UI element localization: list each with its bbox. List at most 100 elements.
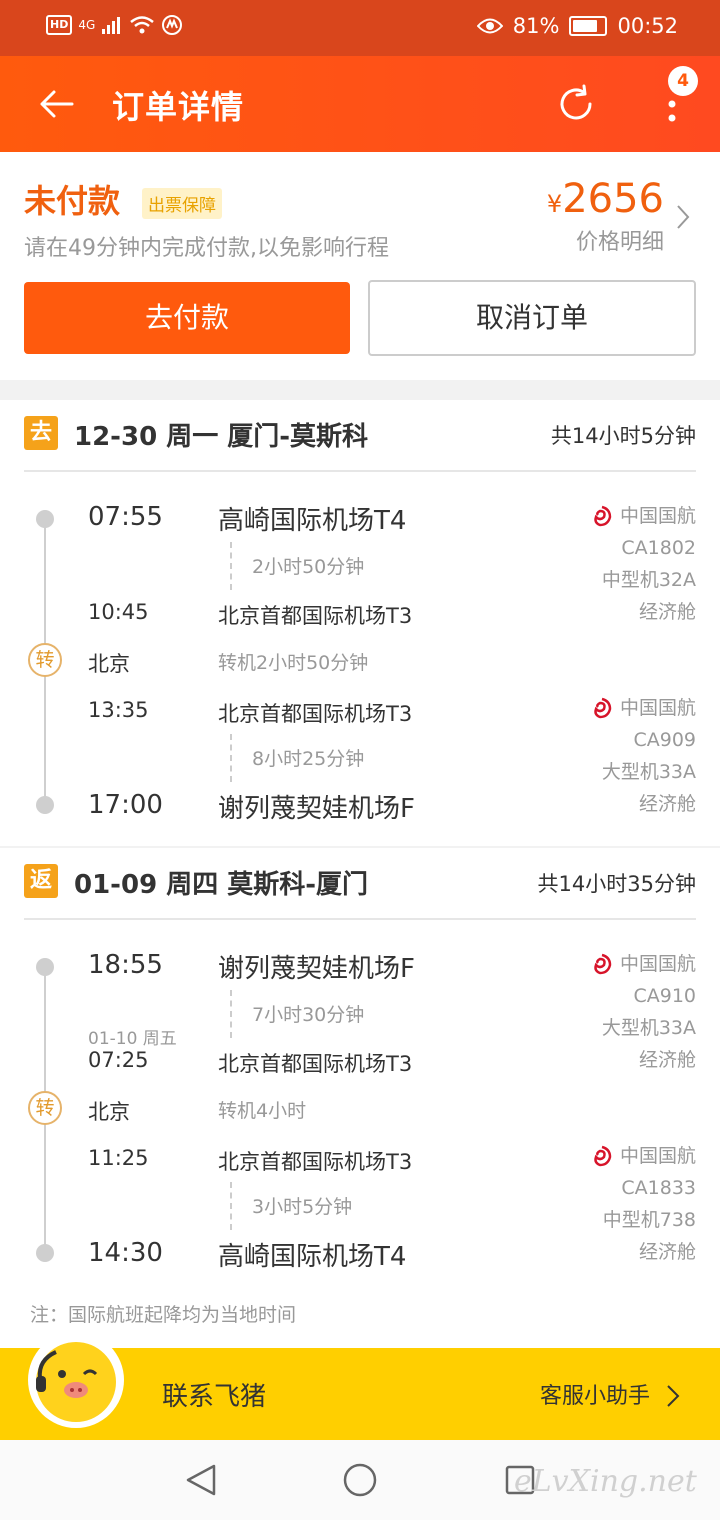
airline-name: 中国国航: [619, 505, 696, 527]
notification-badge: 4: [668, 66, 698, 96]
nav-home-icon[interactable]: [342, 1462, 378, 1498]
back-arrow-icon[interactable]: [36, 84, 76, 124]
price-detail-link[interactable]: 价格明细: [576, 224, 664, 256]
flight-number: CA1802: [621, 537, 696, 559]
flight-duration: 8小时25分钟: [252, 748, 365, 770]
airline-info: 中国国航 CA910 大型机33A 经济舱: [590, 948, 696, 1076]
chevron-right-icon[interactable]: [666, 1384, 680, 1408]
aircraft-type: 中型机32A: [601, 569, 696, 591]
battery-fill: [573, 20, 598, 32]
transfer-duration: 转机4小时: [218, 1100, 307, 1122]
departure-time: 18:55: [88, 950, 163, 980]
cabin-class: 经济舱: [638, 601, 696, 623]
cancel-order-button[interactable]: 取消订单: [368, 280, 696, 356]
airline-info: 中国国航 CA909 大型机33A 经济舱: [590, 692, 696, 820]
flight-number: CA1833: [621, 1177, 696, 1199]
direction-badge: 返: [24, 864, 58, 898]
timeline-dot: [36, 510, 54, 528]
airline-name: 中国国航: [619, 1145, 696, 1167]
airline-name: 中国国航: [619, 953, 696, 975]
app-header: 订单详情 4: [0, 56, 720, 152]
hd-indicator: HD: [46, 15, 73, 35]
direction-badge: 去: [24, 416, 58, 450]
trip-title: 01-09 周四 莫斯科-厦门: [74, 870, 369, 900]
signal-icon: [102, 17, 121, 34]
status-left: HD 4G: [46, 14, 183, 36]
pay-button[interactable]: 去付款: [24, 282, 350, 354]
airline-name: 中国国航: [619, 697, 696, 719]
ticket-guarantee-badge: 出票保障: [142, 188, 222, 219]
trip-title: 12-30 周一 厦门-莫斯科: [74, 422, 369, 452]
arrival-date: 01-10 周五: [88, 1029, 177, 1049]
nav-back-icon[interactable]: [184, 1462, 218, 1498]
fliggy-mascot-icon[interactable]: [26, 1330, 126, 1430]
flight-dash-line: [230, 734, 232, 782]
cabin-class: 经济舱: [638, 1049, 696, 1071]
air-china-logo-icon: [594, 697, 612, 719]
air-china-logo-icon: [594, 953, 612, 975]
arrival-time: 14:30: [88, 1238, 163, 1268]
network-label: 4G: [78, 18, 96, 32]
departure-time: 11:25: [88, 1146, 149, 1170]
system-nav-bar: eLvXing.net: [0, 1440, 720, 1520]
arrival-airport: 谢列蔑契娃机场F: [218, 794, 415, 824]
air-china-logo-icon: [594, 1145, 612, 1167]
departure-airport: 谢列蔑契娃机场F: [218, 954, 415, 984]
transfer-city: 北京: [88, 1100, 130, 1124]
arrival-time: 17:00: [88, 790, 163, 820]
battery-percent: 81%: [512, 14, 560, 38]
contact-label: 联系飞猪: [162, 1382, 267, 1412]
departure-airport: 北京首都国际机场T3: [218, 702, 413, 726]
cabin-class: 经济舱: [638, 793, 696, 815]
timeline-dot: [36, 958, 54, 976]
transfer-duration: 转机2小时50分钟: [218, 652, 369, 674]
status-right: 81% 00:52: [476, 14, 678, 38]
timeline-dot: [36, 1244, 54, 1262]
arrival-time: 10:45: [88, 600, 149, 624]
flight-duration: 7小时30分钟: [252, 1004, 365, 1026]
divider: [24, 918, 696, 920]
return-trip-card: 返 01-09 周四 莫斯科-厦门 共14小时35分钟 转 18:55 谢列蔑契…: [0, 848, 720, 1348]
aircraft-type: 中型机738: [602, 1209, 696, 1231]
flight-number: CA909: [633, 729, 696, 751]
status-bar: HD 4G 81% 00:52: [0, 0, 720, 56]
order-summary: 未付款 出票保障 请在49分钟内完成付款,以免影响行程 ¥2656 价格明细 去…: [0, 152, 720, 380]
refresh-icon[interactable]: [554, 82, 598, 126]
flight-duration: 3小时5分钟: [252, 1196, 353, 1218]
departure-airport: 高崎国际机场T4: [218, 506, 407, 536]
flight-duration: 2小时50分钟: [252, 556, 365, 578]
outbound-trip-card: 去 12-30 周一 厦门-莫斯科 共14小时5分钟 转 07:55 高崎国际机…: [0, 400, 720, 846]
departure-time: 13:35: [88, 698, 149, 722]
flight-dash-line: [230, 1182, 232, 1230]
divider: [24, 470, 696, 472]
arrival-time: 07:25: [88, 1048, 149, 1072]
chevron-right-icon[interactable]: [674, 202, 692, 232]
transfer-city: 北京: [88, 652, 130, 676]
air-china-logo-icon: [594, 505, 612, 527]
departure-time: 07:55: [88, 502, 163, 532]
eye-icon: [476, 18, 503, 34]
transfer-icon: 转: [28, 643, 62, 677]
airline-info: 中国国航 CA1833 中型机738 经济舱: [590, 1140, 696, 1268]
app-notification-icon: [162, 15, 183, 35]
battery-icon: [569, 16, 608, 36]
arrival-airport: 北京首都国际机场T3: [218, 1052, 413, 1076]
flight-dash-line: [230, 990, 232, 1038]
aircraft-type: 大型机33A: [601, 761, 696, 783]
clock: 00:52: [617, 14, 678, 38]
order-status: 未付款: [24, 182, 121, 220]
wifi-icon: [130, 16, 155, 34]
currency-symbol: ¥: [546, 190, 563, 218]
trip-total-duration: 共14小时35分钟: [537, 872, 696, 896]
timeline-dot: [36, 796, 54, 814]
payment-hint: 请在49分钟内完成付款,以免影响行程: [24, 236, 389, 261]
customer-service-link[interactable]: 客服小助手: [540, 1378, 650, 1410]
trip-header: 去 12-30 周一 厦门-莫斯科 共14小时5分钟: [0, 400, 720, 470]
price-total[interactable]: ¥2656: [547, 176, 664, 222]
watermark: eLvXing.net: [514, 1464, 697, 1499]
cabin-class: 经济舱: [638, 1241, 696, 1263]
time-note: 注：国际航班起降均为当地时间: [30, 1304, 297, 1326]
departure-airport: 北京首都国际机场T3: [218, 1150, 413, 1174]
arrival-airport: 高崎国际机场T4: [218, 1242, 407, 1272]
contact-bar[interactable]: 联系飞猪 客服小助手: [0, 1332, 720, 1440]
